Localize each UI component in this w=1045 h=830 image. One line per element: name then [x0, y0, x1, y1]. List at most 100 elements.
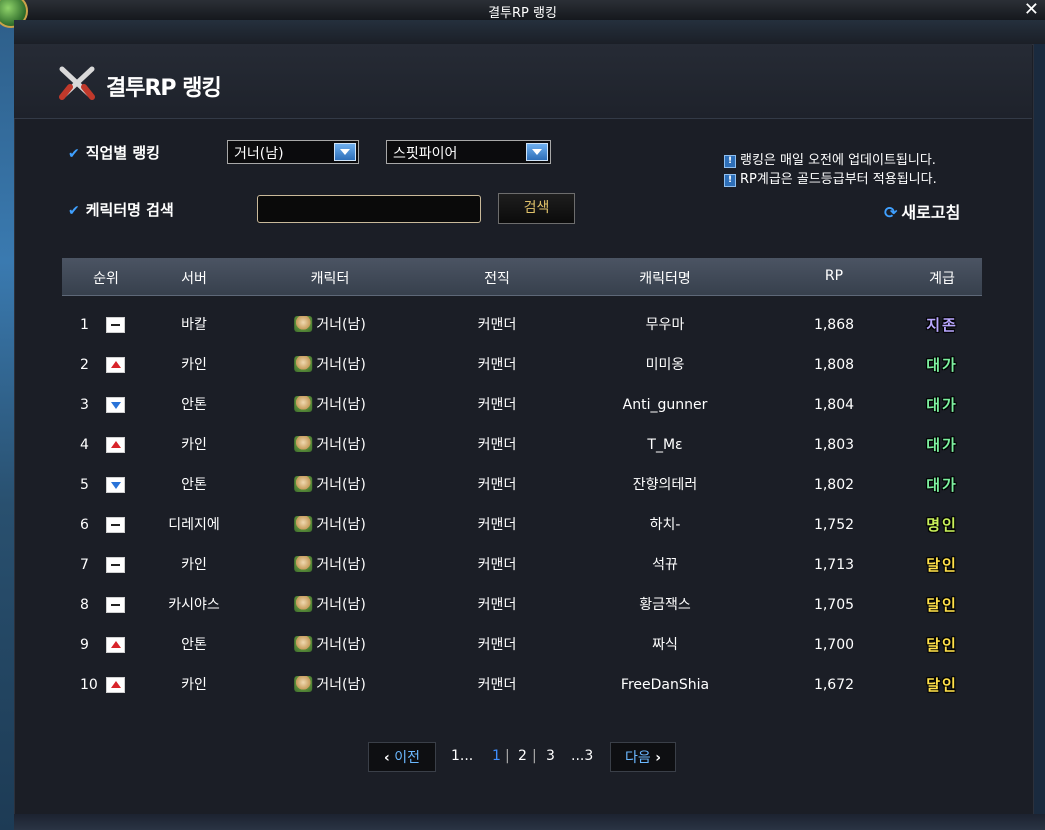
- next-page-button[interactable]: 다음 ›: [610, 742, 676, 772]
- cell-rp: 1,804: [813, 397, 855, 413]
- page-link-3[interactable]: 3: [546, 748, 555, 764]
- character-portrait-icon: [294, 396, 313, 412]
- character-class-text: 거너(남): [316, 517, 366, 533]
- table-row[interactable]: 1 바칼 거너(남) 커맨더 무우마 1,868 지존: [62, 305, 982, 345]
- cell-character: 거너(남): [294, 385, 366, 425]
- character-portrait-icon: [294, 476, 313, 492]
- table-row[interactable]: 4 카인 거너(남) 커맨더 T_Mε 1,803 대가: [62, 425, 982, 465]
- page-link-1[interactable]: 1: [492, 748, 501, 764]
- table-row[interactable]: 3 안톤 거너(남) 커맨더 Anti_gunner 1,804 대가: [62, 385, 982, 425]
- first-page-link[interactable]: 1...: [451, 748, 473, 764]
- notice-grade: ! RP계급은 골드등급부터 적용됩니다.: [724, 168, 937, 187]
- cell-grade: 대가: [926, 476, 958, 494]
- cell-character-name: 하치-: [649, 517, 681, 533]
- cell-character: 거너(남): [294, 465, 366, 505]
- cell-rank: 4: [80, 437, 89, 453]
- cell-advance: 커맨더: [477, 357, 517, 373]
- header-character-name: 캐릭터명: [639, 271, 691, 287]
- cell-grade: 달인: [926, 676, 958, 694]
- job-ranking-text: 직업별 랭킹: [85, 144, 160, 162]
- refresh-button[interactable]: ⟳ 새로고침: [884, 199, 960, 223]
- cell-advance: 커맨더: [477, 597, 517, 613]
- table-row[interactable]: 2 카인 거너(남) 커맨더 미미옹 1,808 대가: [62, 345, 982, 385]
- cell-server: 안톤: [181, 477, 207, 493]
- cell-advance: 커맨더: [477, 557, 517, 573]
- cell-rp: 1,713: [813, 557, 855, 573]
- cell-grade: 달인: [926, 556, 958, 574]
- rank-change-up-icon: [106, 637, 125, 653]
- table-row[interactable]: 8 카시야스 거너(남) 커맨더 황금잭스 1,705 달인: [62, 585, 982, 625]
- cell-advance: 커맨더: [477, 637, 517, 653]
- advance-select[interactable]: 스핏파이어: [386, 140, 551, 164]
- page-link-2[interactable]: 2: [518, 748, 527, 764]
- last-page-link[interactable]: ...3: [571, 748, 593, 764]
- cell-character: 거너(남): [294, 585, 366, 625]
- table-row[interactable]: 9 안톤 거너(남) 커맨더 짜식 1,700 달인: [62, 625, 982, 665]
- character-portrait-icon: [294, 596, 313, 612]
- notice-update: ! 랭킹은 매일 오전에 업데이트됩니다.: [724, 149, 936, 168]
- prev-page-button[interactable]: ‹ 이전: [368, 742, 436, 772]
- search-button[interactable]: 검색: [498, 193, 575, 224]
- header-character: 캐릭터: [310, 271, 350, 287]
- checkmark-icon: ✔: [68, 203, 80, 219]
- cell-server: 카시야스: [168, 597, 220, 613]
- cell-server: 카인: [181, 557, 207, 573]
- cell-advance: 커맨더: [477, 397, 517, 413]
- close-icon[interactable]: ✕: [1024, 0, 1039, 20]
- cell-grade: 대가: [926, 436, 958, 454]
- dropdown-arrow-icon[interactable]: [334, 143, 356, 161]
- cell-server: 카인: [181, 357, 207, 373]
- cell-character-name: FreeDanShia: [620, 677, 710, 693]
- job-select-value: 거너(남): [234, 146, 284, 162]
- cell-server: 안톤: [181, 397, 207, 413]
- cell-character: 거너(남): [294, 425, 366, 465]
- cell-character: 거너(남): [294, 625, 366, 665]
- header-server: 서버: [181, 271, 207, 287]
- table-row[interactable]: 10 카인 거너(남) 커맨더 FreeDanShia 1,672 달인: [62, 665, 982, 705]
- cell-rank: 7: [80, 557, 89, 573]
- dropdown-arrow-icon[interactable]: [526, 143, 548, 161]
- cell-character-name: T_Mε: [647, 437, 683, 453]
- rank-change-down-icon: [106, 397, 125, 413]
- cell-rank: 3: [80, 397, 89, 413]
- cell-advance: 커맨더: [477, 317, 517, 333]
- window-bottom-frame: [14, 814, 1045, 830]
- table-row[interactable]: 7 카인 거너(남) 커맨더 석뀨 1,713 달인: [62, 545, 982, 585]
- header-rp: RP: [824, 268, 844, 284]
- chevron-left-icon: ‹: [384, 750, 390, 766]
- cell-rp: 1,868: [813, 317, 855, 333]
- table-row[interactable]: 6 디레지에 거너(남) 커맨더 하치- 1,752 명인: [62, 505, 982, 545]
- cell-rank: 6: [80, 517, 89, 533]
- cell-character-name: 짜식: [652, 637, 678, 653]
- rank-change-same-icon: [106, 597, 125, 613]
- cell-rank: 10: [80, 677, 98, 693]
- cell-rp: 1,803: [813, 437, 855, 453]
- page-separator: |: [505, 748, 510, 764]
- cell-rp: 1,808: [813, 357, 855, 373]
- character-class-text: 거너(남): [316, 357, 366, 373]
- job-select[interactable]: 거너(남): [227, 140, 359, 164]
- table-row[interactable]: 5 안톤 거너(남) 커맨더 잔향의테러 1,802 대가: [62, 465, 982, 505]
- cell-character: 거너(남): [294, 505, 366, 545]
- character-class-text: 거너(남): [316, 597, 366, 613]
- character-class-text: 거너(남): [316, 677, 366, 693]
- cell-rank: 2: [80, 357, 89, 373]
- cell-advance: 커맨더: [477, 677, 517, 693]
- cell-rank: 9: [80, 637, 89, 653]
- cell-grade: 대가: [926, 396, 958, 414]
- cell-rp: 1,672: [813, 677, 855, 693]
- character-portrait-icon: [294, 356, 313, 372]
- cell-server: 카인: [181, 437, 207, 453]
- character-portrait-icon: [294, 556, 313, 572]
- rank-change-down-icon: [106, 477, 125, 493]
- chevron-right-icon: ›: [655, 750, 661, 766]
- refresh-label: 새로고침: [901, 203, 961, 222]
- name-search-input[interactable]: [257, 195, 481, 223]
- cell-grade: 달인: [926, 596, 958, 614]
- character-portrait-icon: [294, 636, 313, 652]
- window-titlebar: 결투RP 랭킹 ✕: [0, 0, 1045, 28]
- cell-server: 디레지에: [168, 517, 220, 533]
- panel-header: 결투RP 랭킹: [14, 44, 1032, 119]
- next-page-label: 다음: [625, 750, 651, 766]
- header-grade: 계급: [929, 271, 955, 287]
